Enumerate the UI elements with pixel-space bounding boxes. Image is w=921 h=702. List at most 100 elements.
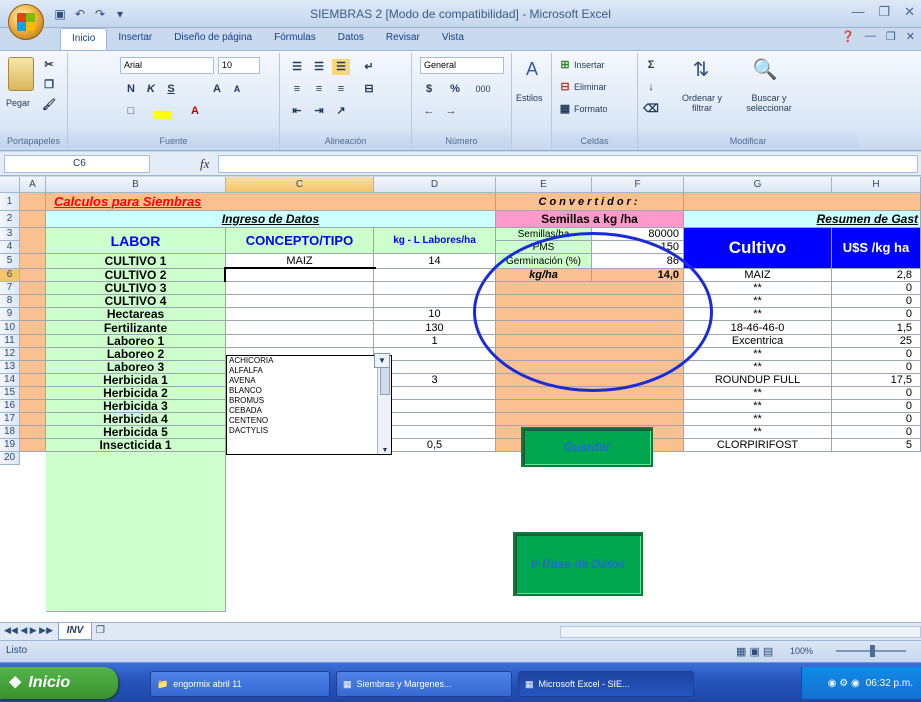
cell[interactable] — [496, 321, 684, 335]
insert-sheet-icon[interactable]: ❐ — [96, 625, 105, 636]
resumen-value-cell[interactable]: 2,8 — [832, 269, 921, 282]
format-cells-label[interactable]: Formato — [574, 104, 608, 114]
resumen-value-cell[interactable]: 1,5 — [832, 321, 921, 335]
concepto-cell[interactable] — [226, 295, 374, 308]
redo-icon[interactable]: ↷ — [92, 6, 108, 22]
ir-base-datos-button[interactable]: Ir Base de Datos — [513, 532, 643, 596]
kg-cell[interactable]: 1 — [374, 335, 496, 348]
resumen-value-cell[interactable]: 5 — [832, 439, 921, 452]
kg-cell[interactable] — [374, 361, 496, 374]
kg-cell[interactable] — [374, 269, 496, 282]
tab-formulas[interactable]: Fórmulas — [263, 28, 327, 50]
resumen-value-cell[interactable]: 17,5 — [832, 374, 921, 387]
select-all-corner[interactable] — [0, 177, 20, 193]
sort-filter-label[interactable]: Ordenar y filtrar — [674, 93, 730, 113]
kg-cell[interactable]: 3 — [374, 374, 496, 387]
orientation-icon[interactable]: ↗ — [332, 103, 350, 119]
kg-cell[interactable] — [374, 426, 496, 439]
cell[interactable] — [496, 308, 684, 321]
sheet-nav-icon[interactable]: ◀◀ ◀ ▶ ▶▶ — [4, 625, 53, 636]
find-icon[interactable]: 🔍 — [750, 57, 780, 87]
concepto-cell[interactable] — [226, 321, 374, 335]
kg-header[interactable]: kg - L Labores/ha — [374, 228, 496, 254]
taskbar-item-excel[interactable]: ▦ Microsoft Excel - SIE... — [518, 671, 694, 697]
tab-revisar[interactable]: Revisar — [375, 28, 431, 50]
dropdown-option[interactable]: DACTYLIS — [227, 426, 391, 436]
convertidor-title[interactable]: Convertidor: — [496, 193, 684, 211]
row-header[interactable]: 19 — [0, 439, 20, 452]
cell[interactable] — [20, 254, 46, 269]
labor-cell[interactable]: Herbicida 4 — [46, 413, 226, 426]
concepto-cell[interactable] — [226, 335, 374, 348]
cell[interactable] — [496, 361, 684, 374]
labor-cell[interactable]: Herbicida 1 — [46, 374, 226, 387]
cell[interactable] — [20, 348, 46, 361]
cell[interactable] — [496, 282, 684, 295]
row-header[interactable]: 14 — [0, 374, 20, 387]
resumen-value-cell[interactable]: 0 — [832, 387, 921, 400]
cell[interactable] — [496, 387, 684, 400]
resumen-cultivo-cell[interactable]: ROUNDUP FULL — [684, 374, 832, 387]
converter-label[interactable]: PMS — [496, 241, 592, 254]
kg-cell[interactable] — [374, 400, 496, 413]
cell[interactable] — [20, 321, 46, 335]
cell[interactable] — [20, 335, 46, 348]
wrap-text-icon[interactable]: ↵ — [360, 59, 378, 75]
converter-label[interactable]: kg/ha — [496, 269, 592, 282]
kg-cell[interactable]: 0,5 — [374, 439, 496, 452]
row-header[interactable]: 17 — [0, 413, 20, 426]
dropdown-option[interactable]: ACHICORIA — [227, 356, 391, 366]
spreadsheet-grid[interactable]: A B C D E F G H 1 2 3 4 5 6 7 8 9 10 11 12 13 14 15 16 1… — [0, 177, 921, 622]
merge-center-icon[interactable]: ⊟ — [360, 81, 378, 97]
dropdown-option[interactable]: AVENA — [227, 376, 391, 386]
insert-cells-label[interactable]: Insertar — [574, 60, 605, 70]
start-button[interactable]: ❖ Inicio — [0, 667, 118, 699]
name-box[interactable]: C6 — [4, 155, 150, 173]
labor-cell[interactable]: CULTIVO 2 — [46, 269, 226, 282]
number-format-select[interactable]: General — [420, 57, 504, 74]
cell[interactable] — [20, 308, 46, 321]
tab-datos[interactable]: Datos — [327, 28, 375, 50]
row-header[interactable]: 11 — [0, 335, 20, 348]
kg-cell[interactable] — [374, 413, 496, 426]
labor-cell[interactable]: CULTIVO 3 — [46, 282, 226, 295]
row-header[interactable]: 16 — [0, 400, 20, 413]
cell[interactable] — [684, 193, 921, 211]
labor-cell[interactable]: Laboreo 1 — [46, 335, 226, 348]
resumen-cultivo-cell[interactable]: ** — [684, 348, 832, 361]
undo-icon[interactable]: ↶ — [72, 6, 88, 22]
copy-icon[interactable]: ❐ — [40, 77, 58, 93]
paste-icon[interactable] — [8, 57, 34, 91]
cell[interactable] — [20, 295, 46, 308]
sheet-title[interactable]: Calculos para Siembras — [46, 193, 496, 211]
align-left-icon[interactable]: ≡ — [288, 81, 306, 97]
align-middle-icon[interactable]: ☰ — [310, 59, 328, 75]
format-cells-icon[interactable]: ▦ — [556, 101, 574, 117]
row-header[interactable]: 2 — [0, 211, 20, 228]
tray-icons[interactable]: ◉ ⚙ ◉ — [828, 678, 860, 689]
dropdown-scrollbar[interactable]: ▲ ▼ — [377, 356, 391, 454]
cell[interactable] — [496, 348, 684, 361]
row-header[interactable]: 4 — [0, 241, 20, 254]
tab-vista[interactable]: Vista — [431, 28, 475, 50]
help-icon[interactable]: ❓ — [841, 30, 855, 43]
resumen-value-cell[interactable]: 0 — [832, 361, 921, 374]
cell[interactable] — [20, 228, 46, 254]
semillas-header[interactable]: Semillas a kg /ha — [496, 211, 684, 228]
column-header-b[interactable]: B — [46, 177, 226, 193]
resumen-value-cell[interactable]: 0 — [832, 282, 921, 295]
resumen-cultivo-cell[interactable]: ** — [684, 387, 832, 400]
labor-cell[interactable]: Herbicida 2 — [46, 387, 226, 400]
guardar-button[interactable]: Guardar — [521, 427, 653, 467]
resumen-cultivo-cell[interactable]: ** — [684, 295, 832, 308]
zoom-level[interactable]: 100% — [790, 646, 813, 656]
resumen-value-cell[interactable]: 0 — [832, 295, 921, 308]
customize-qat-icon[interactable]: ▾ — [112, 6, 128, 22]
dropdown-option[interactable]: BROMUS — [227, 396, 391, 406]
dropdown-option[interactable]: CENTENO — [227, 416, 391, 426]
labor-cell[interactable]: Laboreo 2 — [46, 348, 226, 361]
resumen-cultivo-cell[interactable]: 18-46-46-0 — [684, 321, 832, 335]
decrease-decimal-icon[interactable]: → — [442, 103, 460, 119]
kg-cell[interactable] — [374, 387, 496, 400]
row-header[interactable]: 12 — [0, 348, 20, 361]
